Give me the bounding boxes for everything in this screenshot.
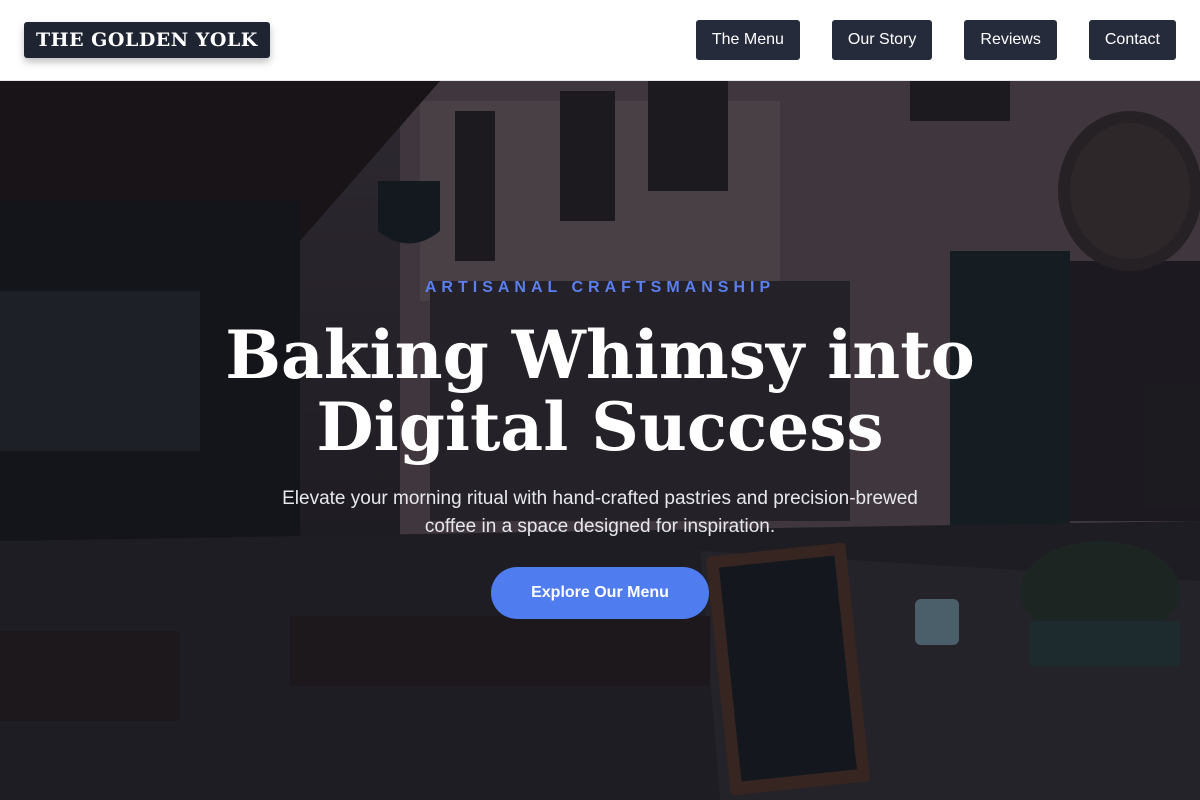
nav-contact-button[interactable]: Contact [1088, 20, 1176, 60]
explore-menu-button[interactable]: Explore Our Menu [491, 567, 709, 619]
hero-headline-line2: Digital Success [316, 388, 884, 466]
hero-section: ARTISANAL CRAFTSMANSHIP Baking Whimsy in… [0, 81, 1200, 800]
brand-logo[interactable]: THE GOLDEN YOLK [24, 22, 270, 58]
hero-headline-line1: Baking Whimsy into [225, 316, 975, 394]
hero-eyebrow: ARTISANAL CRAFTSMANSHIP [424, 279, 776, 296]
site-header: THE GOLDEN YOLK The Menu Our Story Revie… [0, 0, 1200, 81]
nav-our-story-button[interactable]: Our Story [831, 20, 933, 60]
nav-menu-button[interactable]: The Menu [695, 20, 800, 60]
nav-reviews-button[interactable]: Reviews [964, 20, 1057, 60]
hero-headline: Baking Whimsy into Digital Success [200, 319, 1000, 463]
hero-content: ARTISANAL CRAFTSMANSHIP Baking Whimsy in… [0, 81, 1200, 800]
main-nav: The Menu Our Story Reviews Contact [695, 20, 1176, 60]
hero-subtext: Elevate your morning ritual with hand-cr… [282, 488, 918, 537]
